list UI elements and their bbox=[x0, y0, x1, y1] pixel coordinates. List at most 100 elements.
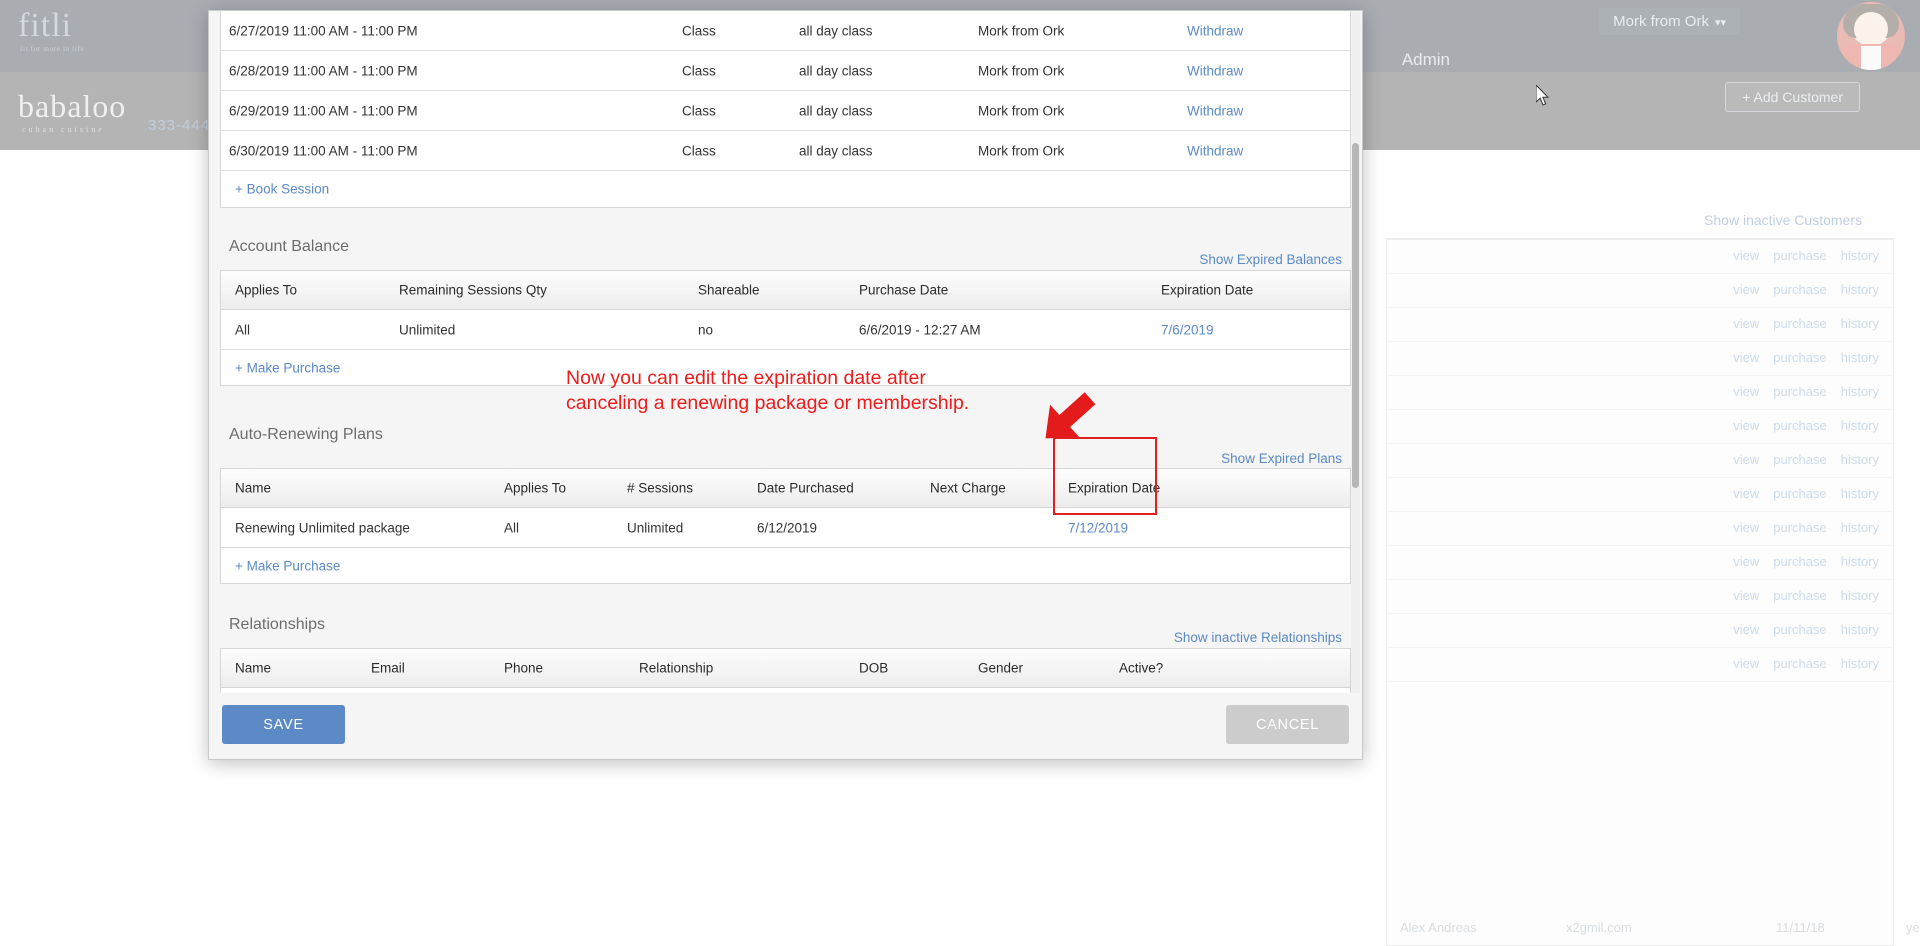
row-action-history[interactable]: history bbox=[1841, 384, 1879, 399]
modal-scroll-body[interactable]: 6/27/2019 11:00 AM - 11:00 PM Class all da… bbox=[209, 11, 1362, 693]
row-action-history[interactable]: history bbox=[1841, 656, 1879, 671]
withdraw-link[interactable]: Withdraw bbox=[1187, 63, 1243, 78]
show-inactive-customers-link[interactable]: Show inactive Customers bbox=[1704, 212, 1862, 228]
withdraw-link[interactable]: Withdraw bbox=[1187, 103, 1243, 118]
row-action-purchase[interactable]: purchase bbox=[1773, 554, 1826, 569]
book-session-link[interactable]: + Book Session bbox=[235, 182, 329, 197]
modal-footer: SAVE CANCEL bbox=[209, 693, 1362, 759]
table-row[interactable]: 6/30/2019 11:00 AM - 11:00 PM Class all da… bbox=[221, 131, 1350, 171]
row-action-view[interactable]: view bbox=[1733, 520, 1759, 535]
row-action-purchase[interactable]: purchase bbox=[1773, 384, 1826, 399]
row-action-history[interactable]: history bbox=[1841, 486, 1879, 501]
account-balance-table: Applies To Remaining Sessions Qty Shareabl… bbox=[220, 270, 1351, 386]
plan-applies-to: All bbox=[504, 520, 520, 535]
session-name: all day class bbox=[799, 103, 873, 118]
balance-remaining-sessions: Unlimited bbox=[399, 322, 456, 337]
column-header: Relationship bbox=[639, 660, 714, 676]
table-row[interactable]: view purchase history bbox=[1387, 410, 1893, 444]
show-expired-plans-link[interactable]: Show Expired Plans bbox=[1221, 451, 1342, 466]
avatar[interactable] bbox=[1837, 2, 1905, 70]
row-action-history[interactable]: history bbox=[1841, 350, 1879, 365]
row-action-history[interactable]: history bbox=[1841, 452, 1879, 467]
column-header: Name bbox=[235, 660, 272, 676]
add-customer-button[interactable]: + Add Customer bbox=[1725, 82, 1860, 112]
modal-scrollbar[interactable] bbox=[1351, 13, 1360, 713]
table-row[interactable]: All Unlimited no 6/6/2019 - 12:27 AM 7/6/201… bbox=[221, 310, 1350, 350]
row-action-purchase[interactable]: purchase bbox=[1773, 656, 1826, 671]
fitli-logo-text: fitli bbox=[18, 7, 73, 44]
babaloo-brand: babaloo cuban cuisine bbox=[18, 88, 126, 134]
table-row[interactable]: view purchase history bbox=[1387, 580, 1893, 614]
cancel-button[interactable]: CANCEL bbox=[1226, 705, 1349, 744]
make-purchase-link[interactable]: + Make Purchase bbox=[235, 558, 340, 573]
plan-date-purchased: 6/12/2019 bbox=[757, 520, 818, 535]
row-action-view[interactable]: view bbox=[1733, 384, 1759, 399]
row-action-history[interactable]: history bbox=[1841, 554, 1879, 569]
table-row[interactable]: view purchase history bbox=[1387, 308, 1893, 342]
row-action-history[interactable]: history bbox=[1841, 316, 1879, 331]
show-inactive-relationships-link[interactable]: Show inactive Relationships bbox=[1174, 630, 1342, 645]
table-row[interactable]: view purchase history bbox=[1387, 478, 1893, 512]
row-action-view[interactable]: view bbox=[1733, 248, 1759, 263]
balance-expiration-date[interactable]: 7/6/2019 bbox=[1161, 322, 1214, 337]
row-action-view[interactable]: view bbox=[1733, 350, 1759, 365]
row-action-purchase[interactable]: purchase bbox=[1773, 248, 1826, 263]
row-action-history[interactable]: history bbox=[1841, 248, 1879, 263]
make-purchase-link[interactable]: + Make Purchase bbox=[235, 360, 340, 375]
avatar-shirt bbox=[1839, 44, 1903, 70]
row-action-history[interactable]: history bbox=[1841, 418, 1879, 433]
table-row[interactable]: Alex Andreas x2gmil.com 11/11/18 yes bbox=[1386, 912, 1920, 946]
mouse-cursor bbox=[1536, 85, 1550, 106]
row-action-history[interactable]: history bbox=[1841, 282, 1879, 297]
row-action-view[interactable]: view bbox=[1733, 486, 1759, 501]
row-action-view[interactable]: view bbox=[1733, 316, 1759, 331]
table-row[interactable]: view purchase history bbox=[1387, 274, 1893, 308]
row-action-view[interactable]: view bbox=[1733, 656, 1759, 671]
table-row[interactable]: Renewing Unlimited package All Unlimited 6/… bbox=[221, 508, 1350, 548]
show-expired-balances-link[interactable]: Show Expired Balances bbox=[1199, 252, 1342, 267]
user-menu[interactable]: Mork from Ork ▾▾ bbox=[1599, 8, 1740, 35]
session-datetime: 6/28/2019 11:00 AM - 11:00 PM bbox=[229, 63, 418, 78]
row-action-history[interactable]: history bbox=[1841, 622, 1879, 637]
row-action-purchase[interactable]: purchase bbox=[1773, 486, 1826, 501]
row-action-purchase[interactable]: purchase bbox=[1773, 350, 1826, 365]
sessions-table-footer: + Book Session bbox=[221, 171, 1350, 207]
row-action-history[interactable]: history bbox=[1841, 588, 1879, 603]
table-row[interactable]: view purchase history bbox=[1387, 546, 1893, 580]
row-action-view[interactable]: view bbox=[1733, 622, 1759, 637]
plan-expiration-date[interactable]: 7/12/2019 bbox=[1068, 520, 1128, 535]
row-action-view[interactable]: view bbox=[1733, 418, 1759, 433]
save-button[interactable]: SAVE bbox=[222, 705, 345, 744]
row-action-purchase[interactable]: purchase bbox=[1773, 622, 1826, 637]
modal-scrollbar-thumb[interactable] bbox=[1352, 143, 1359, 488]
row-action-view[interactable]: view bbox=[1733, 282, 1759, 297]
table-row[interactable]: view purchase history bbox=[1387, 444, 1893, 478]
table-row[interactable]: view purchase history bbox=[1387, 240, 1893, 274]
table-row[interactable]: view purchase history bbox=[1387, 614, 1893, 648]
table-row[interactable]: 6/29/2019 11:00 AM - 11:00 PM Class all da… bbox=[221, 91, 1350, 131]
row-action-purchase[interactable]: purchase bbox=[1773, 418, 1826, 433]
table-row[interactable]: view purchase history bbox=[1387, 342, 1893, 376]
session-name: all day class bbox=[799, 63, 873, 78]
session-datetime: 6/27/2019 11:00 AM - 11:00 PM bbox=[229, 23, 418, 38]
row-action-purchase[interactable]: purchase bbox=[1773, 282, 1826, 297]
row-action-view[interactable]: view bbox=[1733, 452, 1759, 467]
table-row[interactable]: view purchase history bbox=[1387, 376, 1893, 410]
table-row[interactable]: 6/28/2019 11:00 AM - 11:00 PM Class all da… bbox=[221, 51, 1350, 91]
row-actions: view purchase history bbox=[1719, 248, 1879, 263]
table-row[interactable]: view purchase history bbox=[1387, 512, 1893, 546]
row-action-purchase[interactable]: purchase bbox=[1773, 588, 1826, 603]
withdraw-link[interactable]: Withdraw bbox=[1187, 143, 1243, 158]
table-row[interactable]: 6/27/2019 11:00 AM - 11:00 PM Class all da… bbox=[221, 11, 1350, 51]
row-action-view[interactable]: view bbox=[1733, 588, 1759, 603]
row-action-purchase[interactable]: purchase bbox=[1773, 316, 1826, 331]
row-action-history[interactable]: history bbox=[1841, 520, 1879, 535]
row-action-view[interactable]: view bbox=[1733, 554, 1759, 569]
row-actions: view purchase history bbox=[1719, 554, 1879, 569]
row-action-purchase[interactable]: purchase bbox=[1773, 520, 1826, 535]
row-actions: view purchase history bbox=[1719, 622, 1879, 637]
account-balance-header-row: Applies To Remaining Sessions Qty Shareabl… bbox=[221, 271, 1350, 310]
withdraw-link[interactable]: Withdraw bbox=[1187, 23, 1243, 38]
row-action-purchase[interactable]: purchase bbox=[1773, 452, 1826, 467]
table-row[interactable]: view purchase history bbox=[1387, 648, 1893, 682]
